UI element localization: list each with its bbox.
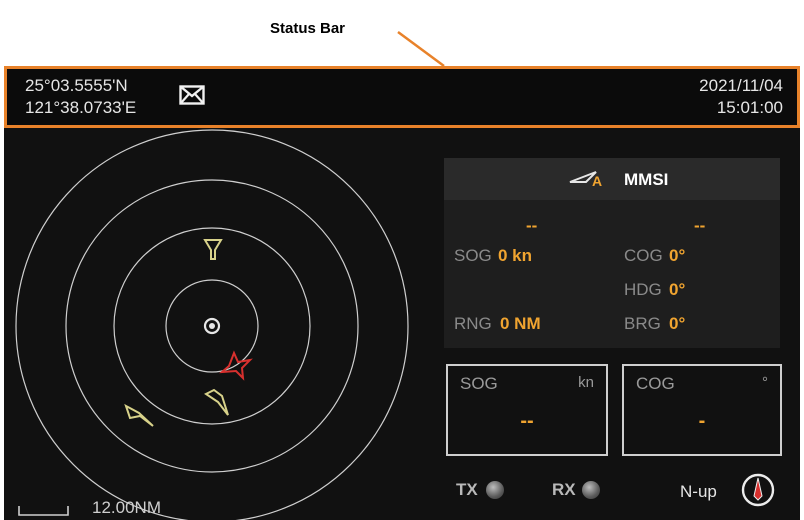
target-funnel-icon [203,239,223,260]
date-time: 2021/11/04 15:01:00 [699,75,783,119]
rng-label: RNG [454,314,492,333]
ais-target-icon: A [569,171,602,188]
tx-label: TX [456,480,478,499]
own-sog-label: SOG [460,374,498,393]
callout-leader-line [397,30,445,68]
sog-value: 0 kn [498,246,533,265]
own-sog-unit: kn [578,374,594,391]
scale-bar-icon [18,506,69,516]
hdg-value: 0° [669,280,686,299]
rx-indicator-icon [582,481,600,499]
own-sog-box: SOG kn -- [446,364,608,456]
own-sog-value: -- [520,410,534,432]
rx-label: RX [552,480,576,499]
position-readout: 25°03.5555'N 121°38.0733'E [25,75,136,119]
own-cog-unit: ° [762,374,768,391]
hdg-label: HDG [624,280,662,299]
envelope-icon[interactable] [179,85,205,105]
radar-plot[interactable] [0,128,440,520]
target-name-right: -- [694,216,706,235]
latitude: 25°03.5555'N [25,76,128,95]
own-cog-box: COG ° - [622,364,782,456]
own-cog-value: - [698,410,706,432]
tx-indicator-icon [486,481,504,499]
longitude: 121°38.0733'E [25,98,137,117]
target-panel-header: A MMSI [444,158,780,200]
scale-label: 12.00NM [92,498,161,517]
orientation-label[interactable]: N-up [680,482,717,502]
sog-label: SOG [454,246,492,265]
brg-value: 0° [669,314,686,333]
time: 15:01:00 [716,98,783,117]
rng-value: 0 NM [500,314,541,333]
cog-value: 0° [669,246,686,265]
target-info-panel[interactable]: A MMSI -- -- SOG 0 kn COG 0° HDG 0° RNG … [444,158,780,348]
ais-target-icon-1 [204,388,229,416]
own-ship-icon [203,317,221,335]
cog-label: COG [624,246,663,265]
brg-label: BRG [624,314,661,333]
compass-north-icon[interactable] [740,472,776,508]
mmsi-title: MMSI [624,170,669,189]
target-name-left: -- [526,216,538,235]
ais-target-icon-2 [124,403,154,427]
date: 2021/11/04 [699,76,783,95]
status-bar: 25°03.5555'N 121°38.0733'E 2021/11/04 15… [4,66,800,128]
own-cog-label: COG [636,374,675,393]
svg-text:A: A [592,173,602,188]
